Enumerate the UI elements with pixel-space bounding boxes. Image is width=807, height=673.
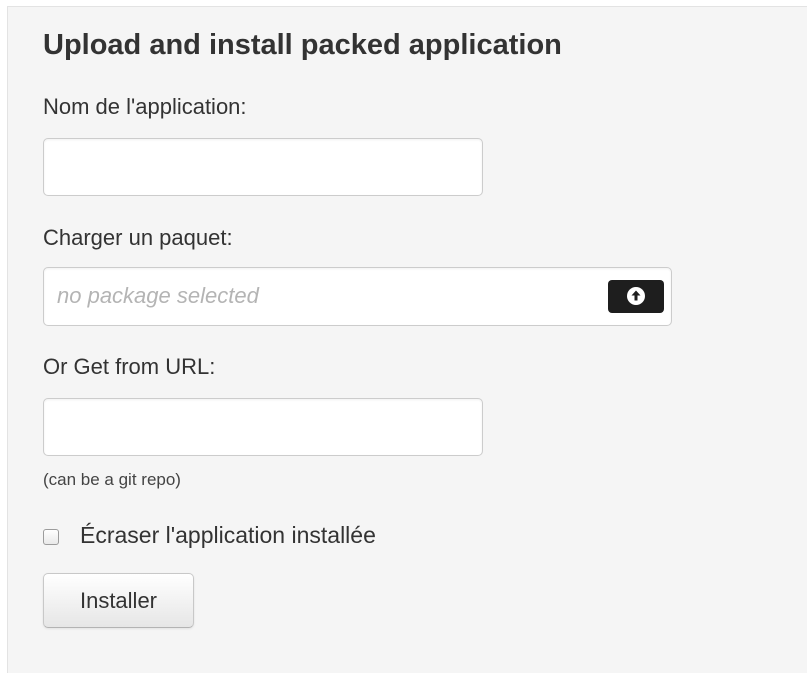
upload-package-button[interactable] (608, 280, 664, 313)
install-button[interactable]: Installer (43, 573, 194, 628)
url-hint: (can be a git repo) (43, 470, 181, 489)
overwrite-checkbox[interactable] (43, 529, 59, 545)
overwrite-label[interactable]: Écraser l'application installée (80, 522, 376, 549)
install-app-panel: Upload and install packed application No… (7, 6, 807, 673)
package-file-input[interactable]: no package selected (43, 267, 672, 326)
upload-icon (627, 287, 645, 305)
url-label: Or Get from URL: (43, 354, 216, 379)
form-title: Upload and install packed application (43, 29, 562, 61)
app-name-label: Nom de l'application: (43, 94, 247, 119)
url-input[interactable] (43, 398, 483, 456)
package-label: Charger un paquet: (43, 225, 233, 250)
app-name-input[interactable] (43, 138, 483, 196)
package-placeholder: no package selected (57, 283, 259, 308)
